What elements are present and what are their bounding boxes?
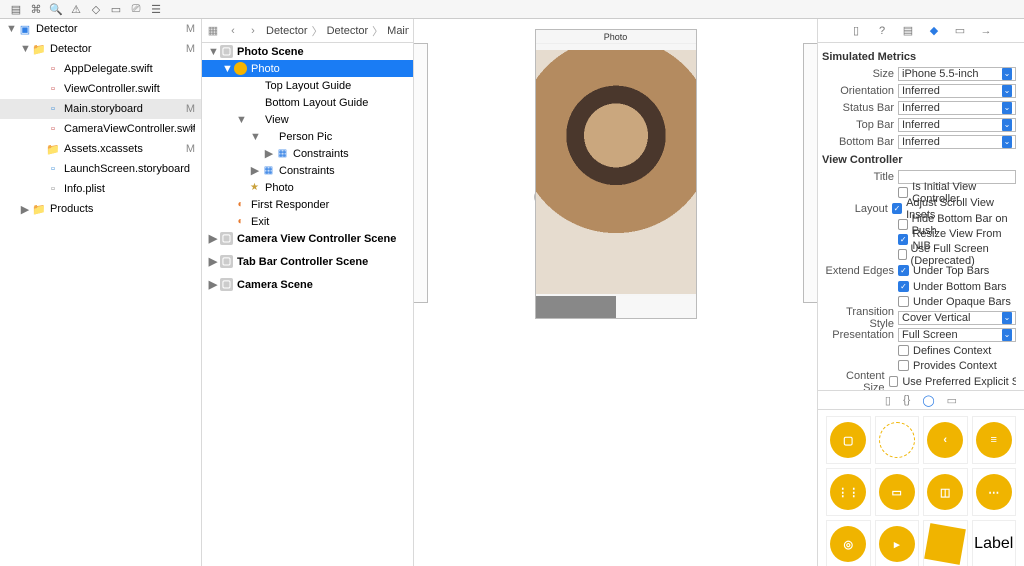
glkit-object[interactable]: ◎ xyxy=(826,520,871,566)
canvas: Photo ▣ wAny hAny ⊟ ⊞ ⟁ |↔| xyxy=(414,19,818,566)
label-object[interactable]: Label xyxy=(972,520,1017,566)
layout-check-3[interactable] xyxy=(898,249,907,260)
outline-item[interactable]: ▶▢Camera View Controller Scene xyxy=(202,230,413,247)
provides-context-checkbox[interactable] xyxy=(898,360,909,371)
transition-select[interactable]: Cover Vertical⌄ xyxy=(898,311,1016,325)
identity-inspector-icon[interactable]: ▤ xyxy=(900,23,916,39)
layout-check-1[interactable] xyxy=(898,219,908,230)
adjacent-scene-left[interactable] xyxy=(414,43,428,303)
nav-item[interactable]: ▼📁DetectorM xyxy=(0,39,201,59)
outline-item[interactable]: ▶▢Camera Scene xyxy=(202,276,413,293)
outline-item[interactable]: ▼▢Photo Scene xyxy=(202,43,413,60)
adjacent-scene-right[interactable] xyxy=(803,43,817,303)
nav-tab-tests-icon[interactable]: ◇ xyxy=(86,0,106,18)
connections-inspector-icon[interactable]: → xyxy=(978,23,994,39)
extend-check-0[interactable]: ✓ xyxy=(898,265,909,276)
nav-item[interactable]: ▫Info.plist xyxy=(0,179,201,199)
content-size-checkbox[interactable] xyxy=(889,376,899,387)
nav-tab-symbols-icon[interactable]: ⌘ xyxy=(26,0,46,18)
tableview-object[interactable]: ≡ xyxy=(972,416,1017,464)
project-navigator: ▼▣DetectorM▼📁DetectorM▫AppDelegate.swift… xyxy=(0,19,202,566)
nav-tab-files-icon[interactable]: ▤ xyxy=(6,0,26,18)
top-toolbar: ▤ ⌘ 🔍 ⚠ ◇ ▭ ⎚ ☰ xyxy=(0,0,1024,19)
splitvc-object[interactable]: ◫ xyxy=(923,468,968,516)
person-pic-image[interactable] xyxy=(536,50,696,294)
extend-check-1[interactable]: ✓ xyxy=(898,281,909,292)
outline-item[interactable]: ▶▦Constraints xyxy=(202,162,413,179)
pagevc-object[interactable]: ⋯ xyxy=(972,468,1017,516)
lib-tab-media-icon[interactable]: ▭ xyxy=(947,394,957,407)
inspector-body: Simulated Metrics SizeiPhone 5.5-inch⌄ O… xyxy=(818,43,1024,390)
object-library: ▢ ‹ ≡ ⋮⋮ ▭ ◫ ⋯ ◎ ▸ Label xyxy=(818,410,1024,566)
outline-item[interactable]: Top Layout Guide xyxy=(202,77,413,94)
presentation-select[interactable]: Full Screen⌄ xyxy=(898,328,1016,342)
nav-tab-issues-icon[interactable]: ⚠ xyxy=(66,0,86,18)
outline-item[interactable]: ▼Person Pic xyxy=(202,128,413,145)
outline-item[interactable]: ▶▢Tab Bar Controller Scene xyxy=(202,253,413,270)
defines-context-checkbox[interactable] xyxy=(898,345,909,356)
attributes-inspector-icon[interactable]: ◆ xyxy=(926,23,942,39)
extend-check-2[interactable] xyxy=(898,296,909,307)
section-simulated-metrics: Simulated Metrics xyxy=(822,47,1016,65)
size-inspector-icon[interactable]: ▭ xyxy=(952,23,968,39)
tab-bar[interactable] xyxy=(536,296,696,318)
breadcrumb[interactable]: Detector〉Detector〉Main.storyboard〉Main.s… xyxy=(266,23,409,39)
help-inspector-icon[interactable]: ? xyxy=(874,23,890,39)
inspector: ▯ ? ▤ ◆ ▭ → Simulated Metrics SizeiPhone… xyxy=(818,19,1024,566)
outline-item[interactable]: ★Photo xyxy=(202,179,413,196)
outline-item[interactable]: ▼View xyxy=(202,111,413,128)
nav-tab-breakpoints-icon[interactable]: ⎚ xyxy=(126,0,146,18)
forward-icon[interactable]: › xyxy=(246,25,260,37)
outline-toggle-icon[interactable]: ▦ xyxy=(206,24,220,37)
file-inspector-icon[interactable]: ▯ xyxy=(848,23,864,39)
lib-tab-code-icon[interactable]: {} xyxy=(903,394,910,406)
back-icon[interactable]: ‹ xyxy=(226,25,240,37)
nav-tab-search-icon[interactable]: 🔍 xyxy=(46,0,66,18)
nav-item[interactable]: ▫AppDelegate.swift xyxy=(0,59,201,79)
avkit-object[interactable]: ▸ xyxy=(875,520,920,566)
outline-item[interactable]: ▶▦Constraints xyxy=(202,145,413,162)
lib-tab-file-icon[interactable]: ▯ xyxy=(885,394,891,407)
tabbar-object[interactable]: ▭ xyxy=(875,468,920,516)
nav-item[interactable]: ▶📁Products xyxy=(0,199,201,219)
nav-item[interactable]: ▫LaunchScreen.storyboard xyxy=(0,159,201,179)
nav-tab-debug-icon[interactable]: ▭ xyxy=(106,0,126,18)
inspector-tabs: ▯ ? ▤ ◆ ▭ → xyxy=(818,19,1024,43)
object-3d[interactable] xyxy=(923,520,968,566)
outline-item[interactable]: Bottom Layout Guide xyxy=(202,94,413,111)
document-outline: ▦ ‹ › Detector〉Detector〉Main.storyboard〉… xyxy=(202,19,414,566)
lib-tab-objects-icon[interactable]: ◯ xyxy=(922,394,934,407)
breadcrumb-item[interactable]: Detector xyxy=(266,25,308,37)
navcontroller-object[interactable]: ‹ xyxy=(923,416,968,464)
library-tabs: ▯ {} ◯ ▭ xyxy=(818,390,1024,410)
nav-item[interactable]: ▼▣DetectorM xyxy=(0,19,201,39)
topbar-select[interactable]: Inferred⌄ xyxy=(898,118,1016,132)
section-view-controller: View Controller xyxy=(822,150,1016,168)
size-select[interactable]: iPhone 5.5-inch⌄ xyxy=(898,67,1016,81)
nav-item[interactable]: ▫ViewController.swift xyxy=(0,79,201,99)
outline-item[interactable]: ◐First Responder xyxy=(202,196,413,213)
orientation-select[interactable]: Inferred⌄ xyxy=(898,84,1016,98)
layout-check-0[interactable]: ✓ xyxy=(892,203,902,214)
nav-tab-reports-icon[interactable]: ☰ xyxy=(146,0,166,18)
vc-object[interactable]: ▢ xyxy=(826,416,871,464)
collection-object[interactable]: ⋮⋮ xyxy=(826,468,871,516)
scene-title: Photo xyxy=(536,30,696,44)
canvas-body[interactable]: Photo xyxy=(414,19,817,566)
nav-item[interactable]: ▫CameraViewController.swiftA xyxy=(0,119,201,139)
breadcrumb-item[interactable]: Detector xyxy=(327,25,369,37)
layout-check-2[interactable]: ✓ xyxy=(898,234,908,245)
breadcrumb-item[interactable]: Main.storyboard xyxy=(387,25,409,37)
placeholder-object[interactable] xyxy=(875,416,920,464)
nav-item[interactable]: ▫Main.storyboardM xyxy=(0,99,201,119)
photo-scene-preview[interactable]: Photo xyxy=(535,29,697,319)
outline-item[interactable]: ◐Exit xyxy=(202,213,413,230)
statusbar-select[interactable]: Inferred⌄ xyxy=(898,101,1016,115)
outline-item[interactable]: ▼Photo xyxy=(202,60,413,77)
nav-item[interactable]: 📁Assets.xcassetsM xyxy=(0,139,201,159)
bottombar-select[interactable]: Inferred⌄ xyxy=(898,135,1016,149)
